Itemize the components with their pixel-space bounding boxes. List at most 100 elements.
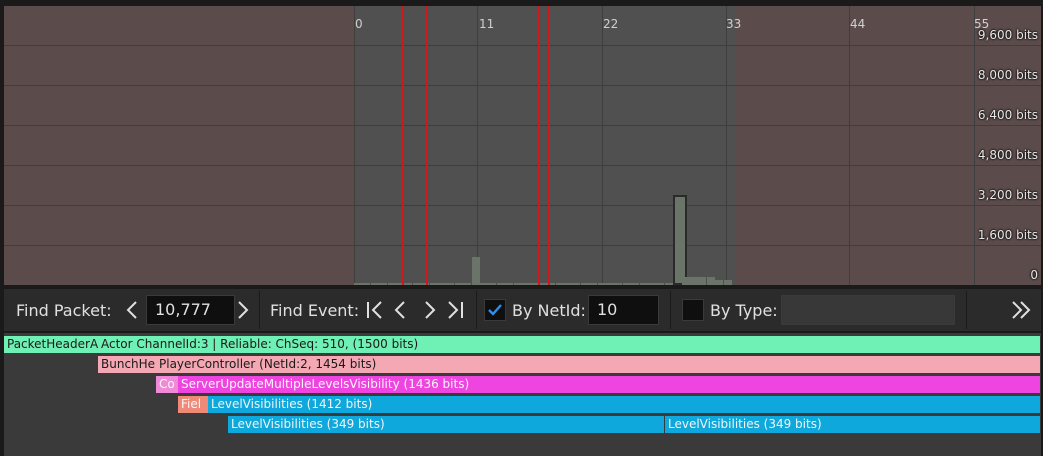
packet-bar[interactable]: [497, 283, 505, 285]
netid-input[interactable]: 10: [588, 295, 659, 325]
grid-line: [4, 85, 1041, 86]
packet-bar[interactable]: [404, 283, 412, 285]
y-tick-label: 6,400 bits: [977, 108, 1038, 122]
event-label: PacketHeaderA: [7, 337, 98, 351]
packet-bar[interactable]: [656, 283, 664, 285]
next-event-button[interactable]: [420, 296, 440, 324]
event-marker: [426, 6, 428, 285]
chevron-left-icon: [394, 301, 405, 319]
packet-bar[interactable]: [690, 277, 698, 285]
grid-line: [974, 6, 975, 285]
packet-bar[interactable]: [455, 283, 463, 285]
toolbar-divider: [670, 291, 671, 329]
first-event-button[interactable]: [364, 296, 386, 324]
grid-line: [354, 6, 355, 285]
packet-bar[interactable]: [564, 283, 572, 285]
expand-toolbar-button[interactable]: [1007, 296, 1035, 324]
packet-bar[interactable]: [539, 283, 547, 285]
x-tick-label: 44: [850, 17, 866, 31]
event-bar-bunch-header[interactable]: BunchHe: [98, 356, 156, 373]
packet-bar[interactable]: [715, 280, 723, 285]
packet-bar[interactable]: [698, 277, 706, 285]
packet-bar[interactable]: [413, 283, 421, 285]
event-label: LevelVisibilities (349 bits): [668, 417, 822, 431]
event-bar-player-controller[interactable]: PlayerController (NetId:2, 1454 bits): [156, 356, 1040, 373]
packet-bar[interactable]: [682, 277, 690, 285]
event-label: Co: [159, 377, 175, 391]
packet-bar[interactable]: [724, 280, 732, 285]
y-tick-label: 8,000 bits: [977, 68, 1038, 82]
event-bar-level-visibilities-item[interactable]: LevelVisibilities (349 bits): [228, 416, 664, 433]
packet-bar[interactable]: [371, 283, 379, 285]
type-input[interactable]: [781, 295, 955, 325]
chevron-right-icon: [238, 301, 249, 319]
next-packet-button[interactable]: [233, 296, 253, 324]
packet-bar[interactable]: [648, 283, 656, 285]
packet-bar[interactable]: [598, 283, 606, 285]
grid-line: [4, 165, 1041, 166]
packet-bar[interactable]: [572, 283, 580, 285]
packet-bar[interactable]: [379, 283, 387, 285]
skip-last-icon: [448, 301, 463, 319]
x-tick-label: 22: [603, 17, 619, 31]
event-bar-packet-header[interactable]: PacketHeaderA: [4, 336, 98, 353]
packet-bar[interactable]: [614, 283, 622, 285]
packet-bar[interactable]: [581, 283, 589, 285]
packet-bar[interactable]: [463, 283, 471, 285]
event-marker: [548, 6, 550, 285]
event-label: BunchHe: [101, 357, 156, 371]
by-netid-label: By NetId:: [512, 301, 586, 320]
event-bar-content-header[interactable]: Co: [156, 376, 178, 393]
packet-content-view[interactable]: PacketHeaderA Actor ChannelId:3 | Reliab…: [4, 333, 1041, 456]
event-marker: [402, 6, 404, 285]
packet-bar[interactable]: [606, 283, 614, 285]
packet-bar[interactable]: [362, 283, 370, 285]
packet-bar[interactable]: [388, 283, 396, 285]
grid-line: [849, 6, 850, 285]
y-tick-label: 3,200 bits: [977, 188, 1038, 202]
packet-bar[interactable]: [446, 283, 454, 285]
packet-bar[interactable]: [522, 283, 530, 285]
packet-bar[interactable]: [665, 283, 673, 285]
checkmark-icon: [488, 304, 502, 316]
packet-bar[interactable]: [505, 283, 513, 285]
packet-bar[interactable]: [472, 257, 480, 285]
x-tick-label: 0: [355, 17, 363, 31]
last-event-button[interactable]: [444, 296, 466, 324]
toolbar-divider: [259, 291, 260, 329]
packet-bar[interactable]: [556, 283, 564, 285]
packet-bar[interactable]: [589, 283, 597, 285]
packet-bar[interactable]: [673, 195, 687, 285]
packet-bar[interactable]: [430, 283, 438, 285]
by-type-label: By Type:: [710, 301, 778, 320]
packet-number-input[interactable]: 10,777: [146, 295, 235, 325]
prev-event-button[interactable]: [390, 296, 410, 324]
grid-line: [4, 45, 1041, 46]
packet-bar[interactable]: [354, 283, 362, 285]
event-bar-level-visibilities[interactable]: LevelVisibilities (1412 bits): [208, 396, 1040, 413]
packet-bar[interactable]: [707, 277, 715, 285]
by-netid-checkbox[interactable]: [484, 299, 506, 321]
packet-bar[interactable]: [623, 283, 631, 285]
packet-bar[interactable]: [438, 283, 446, 285]
packet-size-graph[interactable]: 0 11 22 33 44 55 9,600 bits 8,000 bits 6…: [4, 6, 1041, 285]
packet-bar[interactable]: [640, 283, 648, 285]
event-label: PlayerController (NetId:2, 1454 bits): [159, 357, 377, 371]
by-type-checkbox[interactable]: [682, 299, 704, 321]
chevron-right-icon: [425, 301, 436, 319]
prev-packet-button[interactable]: [122, 296, 142, 324]
packet-bar[interactable]: [530, 283, 538, 285]
grid-line: [4, 205, 1041, 206]
packet-bar[interactable]: [480, 283, 488, 285]
packet-bar[interactable]: [488, 283, 496, 285]
skip-first-icon: [367, 301, 382, 319]
x-tick-label: 11: [479, 17, 495, 31]
event-bar-actor-channel[interactable]: Actor ChannelId:3 | Reliable: ChSeq: 510…: [98, 336, 1040, 353]
event-bar-level-visibilities-item[interactable]: LevelVisibilities (349 bits): [665, 416, 1040, 433]
event-bar-field-header[interactable]: Fiel: [178, 396, 208, 413]
packet-bar[interactable]: [514, 283, 522, 285]
grid-line: [4, 125, 1041, 126]
toolbar-divider: [966, 291, 967, 329]
event-bar-server-rpc[interactable]: ServerUpdateMultipleLevelsVisibility (14…: [178, 376, 1040, 393]
packet-bar[interactable]: [631, 283, 639, 285]
